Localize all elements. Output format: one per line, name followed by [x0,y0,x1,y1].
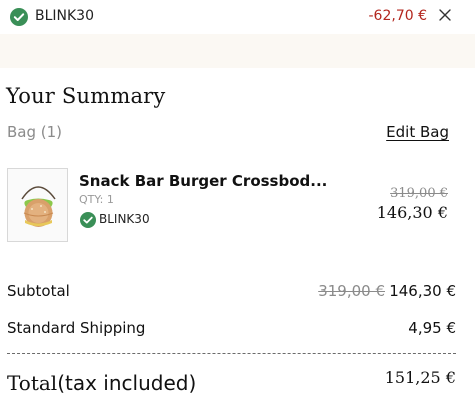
close-icon[interactable] [436,6,454,24]
bag-count-label: Bag (1) [7,123,63,141]
check-circle-icon [10,8,28,26]
product-discounted-price: 146,30 € [376,203,448,222]
applied-promo-bar: BLINK30 -62,70 € [0,0,475,34]
total-word: Total [7,371,58,395]
product-promo-code: BLINK30 [99,212,150,226]
product-original-price: 319,00 € [390,186,448,201]
subtotal-value: 146,30 € [389,282,456,300]
promo-discount-amount: -62,70 € [368,8,428,24]
summary-title: Your Summary [6,84,166,108]
check-circle-icon [80,212,96,228]
product-quantity: QTY: 1 [79,193,114,206]
burger-bag-image [21,186,56,227]
section-divider-band [0,34,475,68]
product-thumbnail[interactable] [7,168,68,242]
edit-bag-link[interactable]: Edit Bag [386,123,449,141]
total-value: 151,25 € [384,368,456,387]
subtotal-original-price: 319,00 € [318,282,385,300]
total-tax-note: (tax included) [57,371,197,395]
totals-divider [7,353,456,354]
product-name[interactable]: Snack Bar Burger Crossbod... [79,172,327,190]
subtotal-label: Subtotal [7,282,70,300]
shipping-label: Standard Shipping [7,319,146,337]
promo-code: BLINK30 [35,8,95,24]
total-label: Total(tax included) [7,371,196,395]
shipping-value: 4,95 € [408,319,456,337]
